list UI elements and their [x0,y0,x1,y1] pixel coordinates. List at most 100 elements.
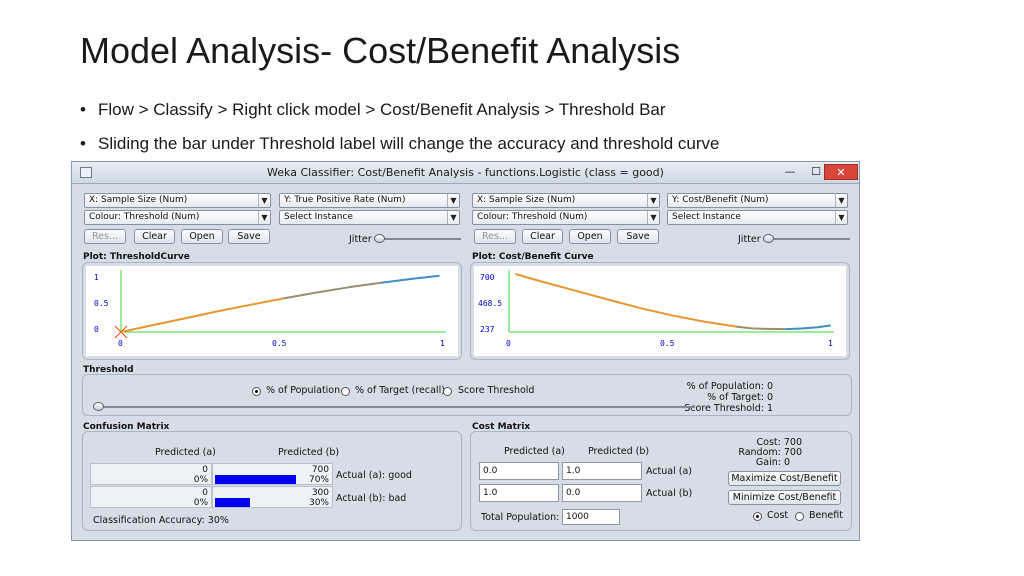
radio-score[interactable] [443,387,452,396]
right-plot-panel: 700 468.5 237 0 0.5 1 [470,262,850,360]
curve-segment [817,324,831,329]
left-jitter-track[interactable] [375,238,461,240]
threshold-slider-track[interactable] [95,406,695,408]
radio-population[interactable] [252,387,261,396]
cm-pct: 70% [308,475,329,485]
confusion-pred-a: Predicted (a) [155,447,216,458]
confusion-pred-b: Predicted (b) [278,447,340,458]
close-icon[interactable]: ✕ [824,164,858,180]
cost-r1c2-field[interactable]: 1.0 [562,462,642,480]
threshold-slider-knob[interactable] [93,402,104,411]
x-tick: 0.5 [272,339,287,348]
right-colour-select[interactable]: Colour: Threshold (Num) ▼ [472,210,660,225]
radio-target-label: % of Target (recall) [355,385,445,396]
curve-segment [515,273,542,283]
maximize-cost-benefit-button[interactable]: Maximize Cost/Benefit [728,471,841,486]
right-jitter-label: Jitter [738,234,761,245]
population-readout: % of Population: 0 [686,381,773,392]
right-save-button[interactable]: Save [617,229,659,244]
total-population-field[interactable]: 1000 [562,509,620,525]
slide-title: Model Analysis- Cost/Benefit Analysis [80,30,681,71]
curve-segment [380,277,414,284]
cost-r1c1-field[interactable]: 0.0 [479,462,559,480]
chevron-down-icon: ▼ [647,211,659,224]
right-jitter-knob[interactable] [763,234,774,243]
total-population-label: Total Population: [481,512,560,523]
cm-cell-ba: 0 0% [90,486,212,508]
cost-pred-a: Predicted (a) [504,446,565,457]
left-y-axis-select[interactable]: Y: True Positive Rate (Num) ▼ [279,193,460,208]
cm-pct: 30% [308,498,329,508]
chevron-down-icon: ▼ [647,194,659,207]
left-x-axis-select[interactable]: X: Sample Size (Num) ▼ [84,193,271,208]
left-clear-button[interactable]: Clear [134,229,175,244]
radio-benefit[interactable] [795,512,804,521]
left-select-instance[interactable]: Select Instance ▼ [279,210,460,225]
curve-segment [573,289,607,301]
bullet-glyph: • [80,100,86,119]
right-jitter-track[interactable] [764,238,850,240]
curve-segment [638,306,672,317]
radio-cost[interactable] [753,512,762,521]
curve-segment [801,326,818,330]
radio-score-label: Score Threshold [458,385,535,396]
curve-segment [185,310,219,320]
right-x-axis-select[interactable]: X: Sample Size (Num) ▼ [472,193,660,208]
cost-benefit-curve-plot[interactable]: 700 468.5 237 0 0.5 1 [474,266,846,356]
right-open-button[interactable]: Open [569,229,611,244]
radio-benefit-label: Benefit [809,510,843,521]
right-reset-button[interactable]: Res... [474,229,516,244]
curve-segment [703,320,737,328]
cm-pct: 0% [193,475,208,485]
threshold-panel: % of Population % of Target (recall) Sco… [82,374,852,416]
left-open-button[interactable]: Open [181,229,223,244]
x-tick: 0 [118,339,123,348]
cm-count: 300 [311,488,329,498]
chevron-down-icon: ▼ [835,194,847,207]
classification-accuracy: Classification Accuracy: 30% [93,515,229,526]
curve-segment [315,286,349,294]
chevron-down-icon: ▼ [258,194,270,207]
left-jitter-label: Jitter [349,234,372,245]
y-tick: 1 [94,273,99,282]
y-tick: 468.5 [478,299,502,308]
bullet-glyph: • [80,134,86,153]
curve-segment [541,280,575,292]
chevron-down-icon: ▼ [447,211,459,224]
window-title: Weka Classifier: Cost/Benefit Analysis -… [267,166,664,179]
cost-benefit-curve-series [515,273,831,331]
minimize-cost-benefit-button[interactable]: Minimize Cost/Benefit [728,490,841,505]
cost-pred-b: Predicted (b) [588,446,650,457]
right-clear-button[interactable]: Clear [522,229,563,244]
curve-segment [606,298,640,309]
cm-cell-bb: 300 30% [212,486,333,508]
curve-segment [218,303,252,313]
score-readout: Score Threshold: 1 [684,403,773,414]
cm-count: 0 [202,488,208,498]
left-jitter-knob[interactable] [374,234,385,243]
curve-segment [283,291,317,300]
right-y-axis-select[interactable]: Y: Cost/Benefit (Num) ▼ [667,193,848,208]
left-reset-button[interactable]: Res... [84,229,126,244]
curve-segment [348,281,382,289]
right-select-instance-value: Select Instance [672,212,741,222]
left-save-button[interactable]: Save [228,229,270,244]
minimize-icon[interactable]: — [778,164,802,180]
confusion-actual-a: Actual (a): good [336,470,412,481]
threshold-curve-svg: 1 0.5 0 0 0.5 1 [94,270,446,348]
threshold-curve-plot[interactable]: 1 0.5 0 0 0.5 1 [86,266,458,356]
gain-readout: Gain: 0 [755,457,790,468]
radio-target[interactable] [341,387,350,396]
right-select-instance[interactable]: Select Instance ▼ [667,210,848,225]
left-x-axis-value: X: Sample Size (Num) [89,195,188,205]
x-tick: 0.5 [660,339,675,348]
cost-r2c2-field[interactable]: 0.0 [562,484,642,502]
x-tick: 0 [506,339,511,348]
cost-r2c1-field[interactable]: 1.0 [479,484,559,502]
radio-population-label: % of Population [266,385,341,396]
left-colour-select[interactable]: Colour: Threshold (Num) ▼ [84,210,271,225]
slide: Model Analysis- Cost/Benefit Analysis • F… [0,0,1024,576]
confusion-actual-b: Actual (b): bad [336,493,407,504]
cm-bar [215,498,250,507]
left-plot-panel: 1 0.5 0 0 0.5 1 [82,262,462,360]
